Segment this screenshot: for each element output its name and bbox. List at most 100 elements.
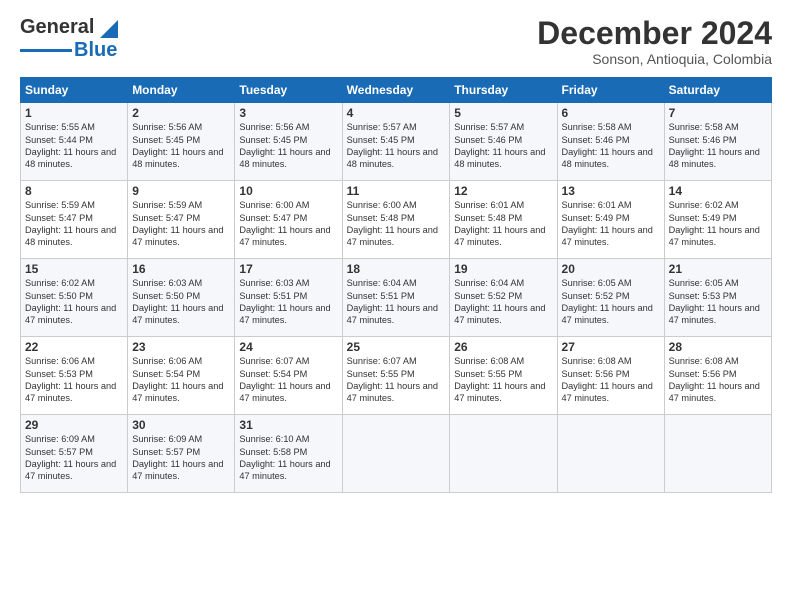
- cell-info: Sunrise: 6:06 AMSunset: 5:54 PMDaylight:…: [132, 356, 223, 403]
- calendar-cell: 9 Sunrise: 5:59 AMSunset: 5:47 PMDaylight…: [128, 181, 235, 259]
- cell-info: Sunrise: 6:03 AMSunset: 5:50 PMDaylight:…: [132, 278, 223, 325]
- calendar-cell: 31Sunrise: 6:10 AMSunset: 5:58 PMDayligh…: [235, 415, 342, 493]
- cell-info: Sunrise: 5:55 AMSunset: 5:44 PMDaylight:…: [25, 122, 116, 169]
- cell-info: Sunrise: 6:06 AMSunset: 5:53 PMDaylight:…: [25, 356, 116, 403]
- day-number: 4: [347, 106, 446, 120]
- day-number: 29: [25, 418, 123, 432]
- calendar-cell: [557, 415, 664, 493]
- calendar-cell: [664, 415, 771, 493]
- day-number: 10: [239, 184, 337, 198]
- day-number: 21: [669, 262, 767, 276]
- calendar-week-row: 15 Sunrise: 6:02 AMSunset: 5:50 PMDayligh…: [21, 259, 772, 337]
- day-number: 28: [669, 340, 767, 354]
- calendar-cell: 28 Sunrise: 6:08 AMSunset: 5:56 PMDayligh…: [664, 337, 771, 415]
- day-number: 15: [25, 262, 123, 276]
- calendar-cell: 12 Sunrise: 6:01 AMSunset: 5:48 PMDayligh…: [450, 181, 557, 259]
- logo-blue-text: Blue: [74, 39, 117, 62]
- calendar-cell: 4 Sunrise: 5:57 AMSunset: 5:45 PMDaylight…: [342, 103, 450, 181]
- calendar-cell: 24Sunrise: 6:07 AMSunset: 5:54 PMDayligh…: [235, 337, 342, 415]
- calendar-cell: 20Sunrise: 6:05 AMSunset: 5:52 PMDayligh…: [557, 259, 664, 337]
- calendar-cell: 8 Sunrise: 5:59 AMSunset: 5:47 PMDaylight…: [21, 181, 128, 259]
- calendar-cell: 21 Sunrise: 6:05 AMSunset: 5:53 PMDayligh…: [664, 259, 771, 337]
- day-number: 8: [25, 184, 123, 198]
- cell-info: Sunrise: 6:09 AMSunset: 5:57 PMDaylight:…: [25, 434, 116, 481]
- calendar-cell: [450, 415, 557, 493]
- logo: General Blue: [20, 16, 118, 62]
- day-number: 26: [454, 340, 552, 354]
- calendar-day-header: Wednesday: [342, 78, 450, 103]
- cell-info: Sunrise: 6:05 AMSunset: 5:52 PMDaylight:…: [562, 278, 653, 325]
- calendar-cell: 27Sunrise: 6:08 AMSunset: 5:56 PMDayligh…: [557, 337, 664, 415]
- day-number: 11: [347, 184, 446, 198]
- cell-info: Sunrise: 5:57 AMSunset: 5:45 PMDaylight:…: [347, 122, 438, 169]
- cell-info: Sunrise: 6:07 AMSunset: 5:55 PMDaylight:…: [347, 356, 438, 403]
- day-number: 16: [132, 262, 230, 276]
- calendar-week-row: 22Sunrise: 6:06 AMSunset: 5:53 PMDayligh…: [21, 337, 772, 415]
- calendar-cell: 3Sunrise: 5:56 AMSunset: 5:45 PMDaylight…: [235, 103, 342, 181]
- cell-info: Sunrise: 6:02 AMSunset: 5:50 PMDaylight:…: [25, 278, 116, 325]
- cell-info: Sunrise: 6:03 AMSunset: 5:51 PMDaylight:…: [239, 278, 330, 325]
- calendar-table: SundayMondayTuesdayWednesdayThursdayFrid…: [20, 77, 772, 493]
- page: General Blue December 2024 Sonson, Antio…: [0, 0, 792, 612]
- cell-info: Sunrise: 5:59 AMSunset: 5:47 PMDaylight:…: [132, 200, 223, 247]
- cell-info: Sunrise: 6:10 AMSunset: 5:58 PMDaylight:…: [239, 434, 330, 481]
- calendar-week-row: 29 Sunrise: 6:09 AMSunset: 5:57 PMDayligh…: [21, 415, 772, 493]
- day-number: 27: [562, 340, 660, 354]
- calendar-day-header: Friday: [557, 78, 664, 103]
- calendar-cell: 19 Sunrise: 6:04 AMSunset: 5:52 PMDayligh…: [450, 259, 557, 337]
- calendar-cell: 13 Sunrise: 6:01 AMSunset: 5:49 PMDayligh…: [557, 181, 664, 259]
- logo-text: General: [20, 16, 94, 38]
- cell-info: Sunrise: 6:08 AMSunset: 5:56 PMDaylight:…: [669, 356, 760, 403]
- cell-info: Sunrise: 6:04 AMSunset: 5:51 PMDaylight:…: [347, 278, 438, 325]
- calendar-cell: 5 Sunrise: 5:57 AMSunset: 5:46 PMDaylight…: [450, 103, 557, 181]
- cell-info: Sunrise: 6:01 AMSunset: 5:48 PMDaylight:…: [454, 200, 545, 247]
- header: General Blue December 2024 Sonson, Antio…: [20, 16, 772, 67]
- cell-info: Sunrise: 5:56 AMSunset: 5:45 PMDaylight:…: [132, 122, 223, 169]
- day-number: 13: [562, 184, 660, 198]
- subtitle: Sonson, Antioquia, Colombia: [537, 51, 772, 67]
- calendar-header-row: SundayMondayTuesdayWednesdayThursdayFrid…: [21, 78, 772, 103]
- calendar-day-header: Sunday: [21, 78, 128, 103]
- cell-info: Sunrise: 6:04 AMSunset: 5:52 PMDaylight:…: [454, 278, 545, 325]
- calendar-cell: 30Sunrise: 6:09 AMSunset: 5:57 PMDayligh…: [128, 415, 235, 493]
- day-number: 9: [132, 184, 230, 198]
- calendar-cell: 22Sunrise: 6:06 AMSunset: 5:53 PMDayligh…: [21, 337, 128, 415]
- cell-info: Sunrise: 6:02 AMSunset: 5:49 PMDaylight:…: [669, 200, 760, 247]
- cell-info: Sunrise: 5:58 AMSunset: 5:46 PMDaylight:…: [562, 122, 653, 169]
- title-area: December 2024 Sonson, Antioquia, Colombi…: [537, 16, 772, 67]
- calendar-cell: 7 Sunrise: 5:58 AMSunset: 5:46 PMDaylight…: [664, 103, 771, 181]
- month-title: December 2024: [537, 16, 772, 51]
- cell-info: Sunrise: 6:07 AMSunset: 5:54 PMDaylight:…: [239, 356, 330, 403]
- calendar-week-row: 8 Sunrise: 5:59 AMSunset: 5:47 PMDaylight…: [21, 181, 772, 259]
- day-number: 12: [454, 184, 552, 198]
- day-number: 25: [347, 340, 446, 354]
- day-number: 2: [132, 106, 230, 120]
- calendar-cell: [342, 415, 450, 493]
- cell-info: Sunrise: 6:00 AMSunset: 5:48 PMDaylight:…: [347, 200, 438, 247]
- logo-triangle-icon: [100, 20, 118, 38]
- calendar-cell: 10 Sunrise: 6:00 AMSunset: 5:47 PMDayligh…: [235, 181, 342, 259]
- calendar-day-header: Monday: [128, 78, 235, 103]
- cell-info: Sunrise: 6:08 AMSunset: 5:55 PMDaylight:…: [454, 356, 545, 403]
- calendar-cell: 25 Sunrise: 6:07 AMSunset: 5:55 PMDayligh…: [342, 337, 450, 415]
- cell-info: Sunrise: 5:57 AMSunset: 5:46 PMDaylight:…: [454, 122, 545, 169]
- calendar-cell: 17 Sunrise: 6:03 AMSunset: 5:51 PMDayligh…: [235, 259, 342, 337]
- day-number: 3: [239, 106, 337, 120]
- day-number: 19: [454, 262, 552, 276]
- cell-info: Sunrise: 6:00 AMSunset: 5:47 PMDaylight:…: [239, 200, 330, 247]
- logo-divider: [20, 49, 72, 52]
- calendar-cell: 1Sunrise: 5:55 AMSunset: 5:44 PMDaylight…: [21, 103, 128, 181]
- calendar-cell: 2 Sunrise: 5:56 AMSunset: 5:45 PMDaylight…: [128, 103, 235, 181]
- calendar-cell: 26 Sunrise: 6:08 AMSunset: 5:55 PMDayligh…: [450, 337, 557, 415]
- cell-info: Sunrise: 5:58 AMSunset: 5:46 PMDaylight:…: [669, 122, 760, 169]
- cell-info: Sunrise: 6:01 AMSunset: 5:49 PMDaylight:…: [562, 200, 653, 247]
- calendar-day-header: Tuesday: [235, 78, 342, 103]
- cell-info: Sunrise: 6:05 AMSunset: 5:53 PMDaylight:…: [669, 278, 760, 325]
- cell-info: Sunrise: 5:59 AMSunset: 5:47 PMDaylight:…: [25, 200, 116, 247]
- cell-info: Sunrise: 6:09 AMSunset: 5:57 PMDaylight:…: [132, 434, 223, 481]
- day-number: 5: [454, 106, 552, 120]
- calendar-cell: 18Sunrise: 6:04 AMSunset: 5:51 PMDayligh…: [342, 259, 450, 337]
- day-number: 7: [669, 106, 767, 120]
- day-number: 6: [562, 106, 660, 120]
- day-number: 17: [239, 262, 337, 276]
